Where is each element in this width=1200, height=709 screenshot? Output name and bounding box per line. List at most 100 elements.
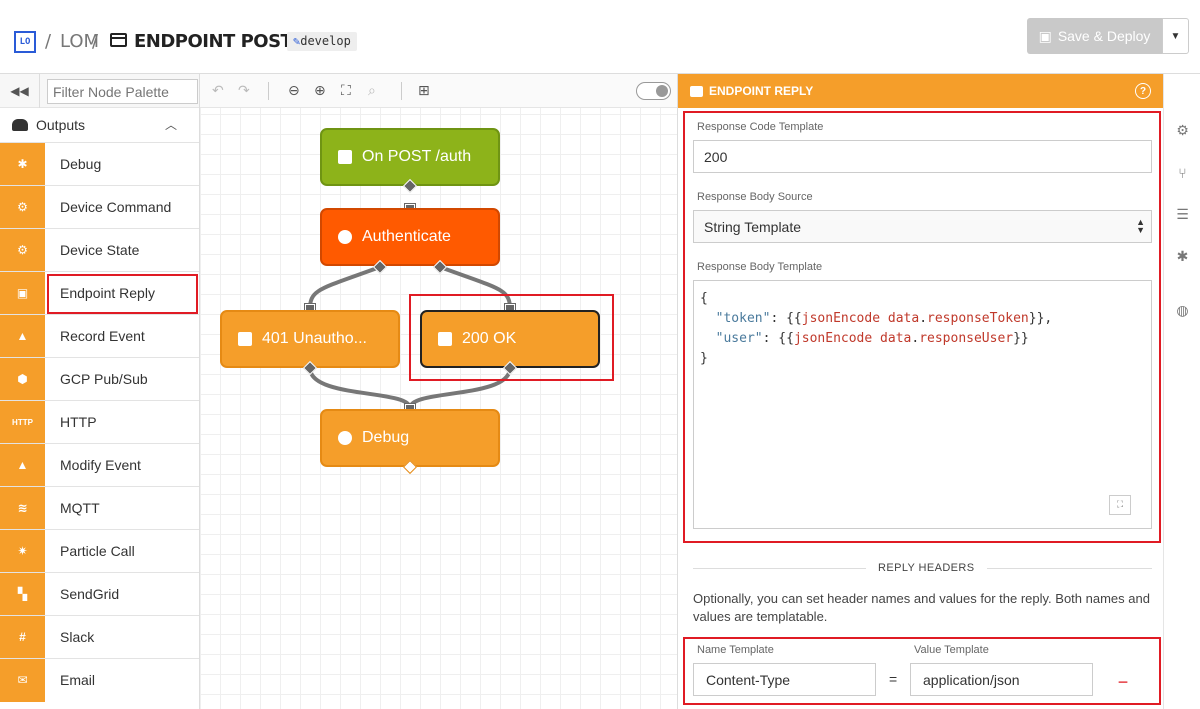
gear-icon[interactable]: ⚙ [1175,122,1190,138]
help-icon[interactable]: ? [1135,83,1151,99]
palette-item[interactable]: ≋ MQTT [0,486,199,530]
code-function: jsonEncode [793,331,873,346]
palette-item[interactable]: # Slack [0,615,199,659]
code-line: } [700,351,708,366]
response-code-input[interactable]: 200 [693,140,1152,173]
app-logo[interactable]: LO [14,31,36,53]
breadcrumb-separator: / [92,31,99,52]
code-text: . [919,311,928,326]
collapse-palette-button[interactable]: ◀◀ [0,74,40,108]
palette-item[interactable]: ✉ Email [0,658,199,702]
code-function: jsonEncode [801,311,881,326]
bug-icon [338,431,352,445]
node-label: Debug [362,429,410,446]
right-rail: ⚙ ⑂ ☰ ✱ ◍ [1163,74,1200,709]
palette-item-label: GCP Pub/Sub [60,371,148,387]
palette-item-label: Device State [60,242,140,258]
node-401-unauthorized[interactable]: 401 Unautho... [220,310,400,368]
palette-item[interactable]: ⚙ Device State [0,228,199,272]
category-outputs[interactable]: Outputs ︿ [0,108,199,142]
body-template-label: Response Body Template [697,261,823,273]
node-on-post-auth[interactable]: On POST /auth [320,128,500,186]
remove-header-icon[interactable]: − [1112,672,1134,692]
endpoint-icon [110,33,127,47]
branch-badge[interactable]: ✎develop [287,32,357,51]
top-bar: LO / LOM / ENDPOINT POST /AUTH ✎develop … [0,0,1200,74]
filter-node-input[interactable] [47,79,198,104]
select-arrows-icon: ▲ ▼ [1136,217,1145,235]
code-text: : {{ [762,331,794,346]
code-prop: responseToken [927,311,1029,326]
palette-item[interactable]: ▚ SendGrid [0,572,199,616]
connector-line [308,265,381,310]
breadcrumb-separator: / [45,31,52,52]
code-text: . [911,331,920,346]
palette-item[interactable]: ▣ Endpoint Reply [0,271,199,315]
double-chevron-left-icon: ◀◀ [10,84,29,98]
reply-headers-heading: REPLY HEADERS [866,562,987,574]
node-debug[interactable]: Debug [320,409,500,467]
code-arg: data [880,311,920,326]
expand-editor-icon[interactable]: ⛶ [1109,495,1131,515]
body-source-value: String Template [704,218,802,235]
header-name-value: Content-Type [706,671,791,688]
workflow-canvas[interactable]: ↶ ↷ ⊖ ⊕ ⛶ ⌕ ⊞ On POST /auth Authenticate… [200,74,677,709]
database-icon[interactable]: ☰ [1175,206,1190,222]
header-name-input[interactable]: Content-Type [693,663,876,696]
particle-icon: ✷ [0,529,45,573]
code-text: }}, [1028,311,1053,326]
palette-item[interactable]: ✷ Particle Call [0,529,199,573]
palette-item[interactable]: ▲ Record Event [0,314,199,358]
body-source-select[interactable]: String Template ▲ ▼ [693,210,1152,243]
palette-item[interactable]: ⚙ Device Command [0,185,199,229]
email-icon: ✉ [0,658,45,702]
body-source-label: Response Body Source [697,191,813,203]
palette-item-label: Endpoint Reply [60,285,155,301]
code-text: : {{ [770,311,802,326]
code-prop: responseUser [919,331,1014,346]
endpoint-reply-icon: ▣ [0,271,45,315]
palette-item-label: Modify Event [60,457,141,473]
save-icon: ▣ [1038,27,1052,44]
body-template-editor[interactable]: { "token": {{jsonEncode data.responseTok… [693,280,1152,529]
connector-line [308,367,412,409]
fingerprint-icon [338,230,352,244]
reply-headers-description: Optionally, you can set header names and… [693,591,1150,624]
palette-item[interactable]: HTTP HTTP [0,400,199,444]
code-text: }} [1013,331,1029,346]
panel-title: ENDPOINT REPLY [709,84,814,98]
endpoint-reply-icon [238,332,252,346]
palette-item[interactable]: ✱ Debug [0,142,199,186]
equals-sign: = [889,671,898,687]
node-properties-panel: ENDPOINT REPLY ? Response Code Template … [677,74,1163,709]
code-key: "token" [715,311,771,326]
palette-item[interactable]: ⬢ GCP Pub/Sub [0,357,199,401]
bug-icon[interactable]: ✱ [1175,248,1190,264]
code-key: "user" [715,331,763,346]
code-line: { [700,291,708,306]
git-branch-icon[interactable]: ⑂ [1175,165,1190,181]
palette-item-label: Slack [60,629,95,645]
node-authenticate[interactable]: Authenticate [320,208,500,266]
save-deploy-button[interactable]: ▣ Save & Deploy [1027,18,1162,54]
palette-item-label: Debug [60,156,102,172]
palette-item-label: Record Event [60,328,145,344]
globe-icon[interactable]: ◍ [1175,302,1190,318]
response-code-value: 200 [704,148,728,165]
value-template-label: Value Template [914,644,989,656]
deploy-options-button[interactable]: ▼ [1162,18,1189,54]
panel-header: ENDPOINT REPLY ? [678,74,1163,108]
palette-item[interactable]: ▲ Modify Event [0,443,199,487]
code-arg: data [872,331,912,346]
device-command-icon: ⚙ [0,185,45,229]
sendgrid-icon: ▚ [0,572,45,616]
category-label: Outputs [36,117,86,133]
response-code-label: Response Code Template [697,121,824,133]
palette-item-label: MQTT [60,500,100,516]
modify-event-icon: ▲ [0,443,45,487]
palette-item-label: Device Command [60,199,172,215]
palette-item-label: SendGrid [60,586,120,602]
header-value-input[interactable]: application/json [910,663,1093,696]
